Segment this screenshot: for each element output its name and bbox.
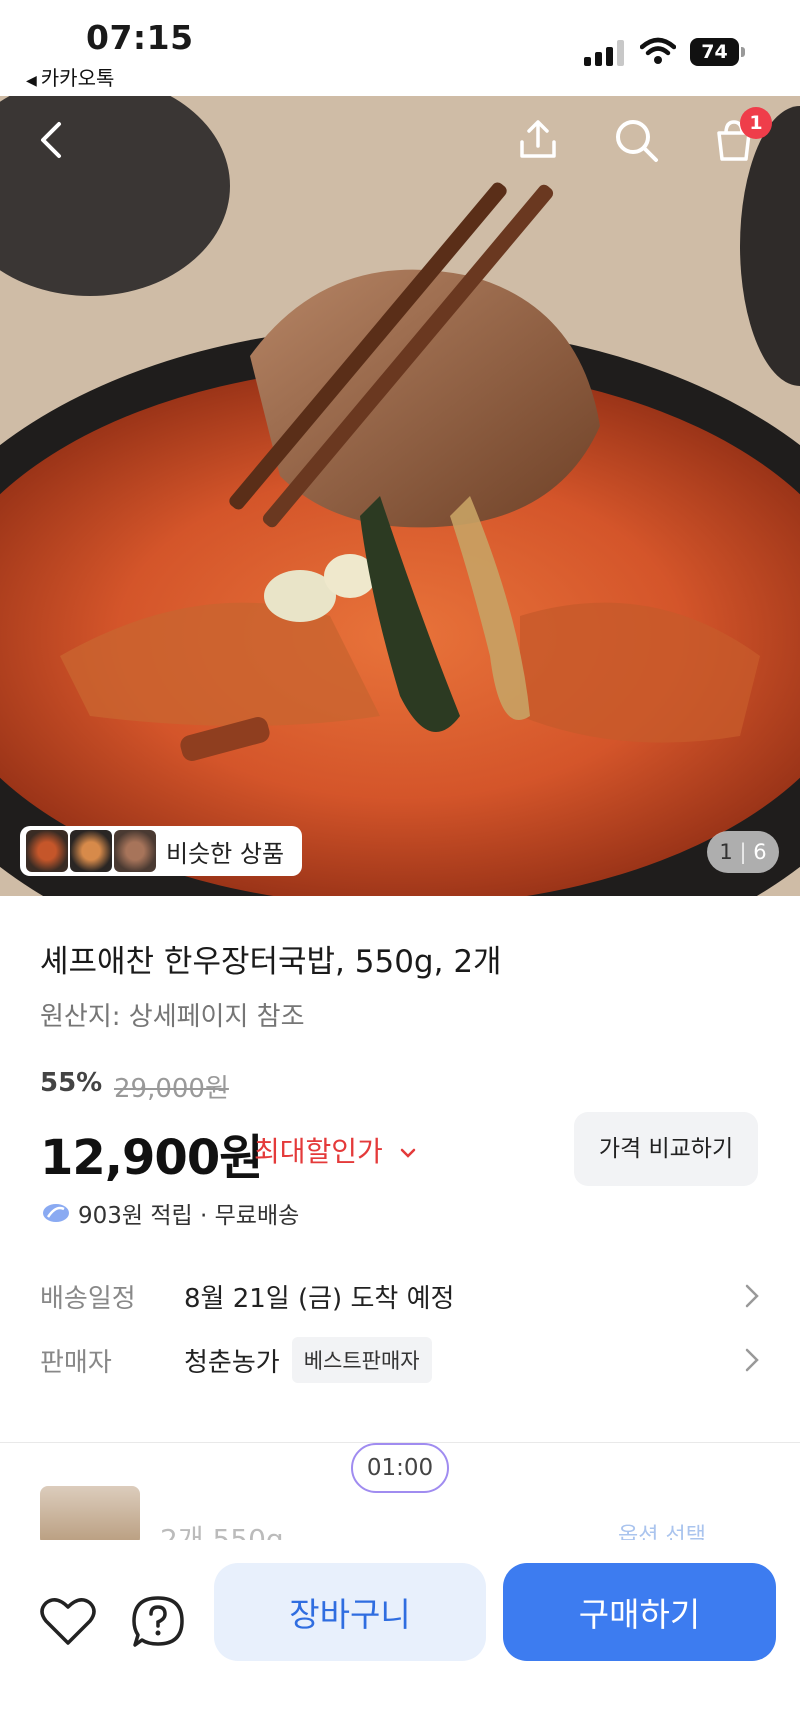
back-button[interactable] (24, 112, 80, 168)
wishlist-button[interactable] (36, 1590, 100, 1654)
back-app-label: 카카오톡 (40, 66, 115, 90)
points-text: 903원 적립 · 무료배송 (78, 1203, 300, 1229)
max-discount-label: 최대할인가 (254, 1135, 383, 1168)
seller-name: 청춘농가 (184, 1347, 280, 1378)
search-icon (616, 120, 658, 162)
delivery-key: 배송일정 (40, 1283, 136, 1314)
product-title: 셰프애찬 한우장터국밥, 550g, 2개 (40, 944, 502, 980)
status-time: 07:15 (86, 18, 194, 57)
chevron-right-icon (745, 1284, 759, 1308)
pager-current: 1 (719, 840, 733, 864)
best-seller-badge: 베스트판매자 (291, 1337, 432, 1383)
wifi-icon (640, 37, 676, 64)
search-button[interactable] (608, 112, 664, 168)
seller-key: 판매자 (40, 1347, 112, 1378)
buy-now-button[interactable]: 구매하기 (503, 1563, 776, 1661)
battery-icon: 74 (690, 38, 745, 66)
battery-level: 74 (690, 38, 739, 66)
inquiry-button[interactable] (126, 1590, 190, 1654)
delivery-value: 8월 21일 (금) 도착 예정 (184, 1283, 455, 1314)
sale-price: 12,900원 (40, 1130, 263, 1186)
original-price: 29,000원 (114, 1074, 229, 1104)
seller-row[interactable]: 판매자 청춘농가 베스트판매자 (40, 1336, 760, 1384)
chevron-down-icon (400, 1148, 415, 1158)
add-to-cart-button[interactable]: 장바구니 (214, 1563, 486, 1661)
product-origin: 원산지: 상세페이지 참조 (40, 1002, 305, 1032)
image-pager: 1 | 6 (707, 831, 779, 873)
points-coin-icon (43, 1204, 69, 1222)
similar-products-label: 비슷한 상품 (166, 839, 285, 868)
compare-price-button[interactable]: 가격 비교하기 (574, 1112, 758, 1186)
pager-total: 6 (753, 840, 767, 864)
product-image[interactable] (0, 96, 800, 896)
gukbap-photo (0, 96, 800, 896)
question-bubble-icon (132, 1596, 184, 1647)
option-thumbnail (40, 1486, 140, 1546)
similar-thumb-3 (114, 830, 156, 872)
share-icon (520, 120, 556, 158)
status-bar: 07:15 ◀ 카카오톡 74 (0, 0, 800, 96)
share-button[interactable] (510, 112, 566, 168)
heart-icon (40, 1598, 96, 1645)
similar-thumb-1 (26, 830, 68, 872)
points-info: 903원 적립 · 무료배송 (42, 1196, 299, 1230)
cellular-signal-icon (584, 40, 626, 66)
similar-products-button[interactable]: 비슷한 상품 (20, 826, 302, 876)
cart-count-badge: 1 (740, 107, 772, 139)
chevron-right-icon (745, 1348, 759, 1372)
chevron-left-icon (41, 122, 61, 158)
max-discount-dropdown[interactable]: 최대할인가 (254, 1130, 418, 1170)
back-triangle-icon: ◀ (26, 73, 37, 89)
similar-thumb-2 (70, 830, 112, 872)
delivery-row[interactable]: 배송일정 8월 21일 (금) 도착 예정 (40, 1272, 760, 1320)
back-to-app-link[interactable]: ◀ 카카오톡 (26, 62, 114, 91)
discount-rate: 55% (40, 1068, 103, 1098)
countdown-timer: 01:00 (351, 1443, 449, 1493)
